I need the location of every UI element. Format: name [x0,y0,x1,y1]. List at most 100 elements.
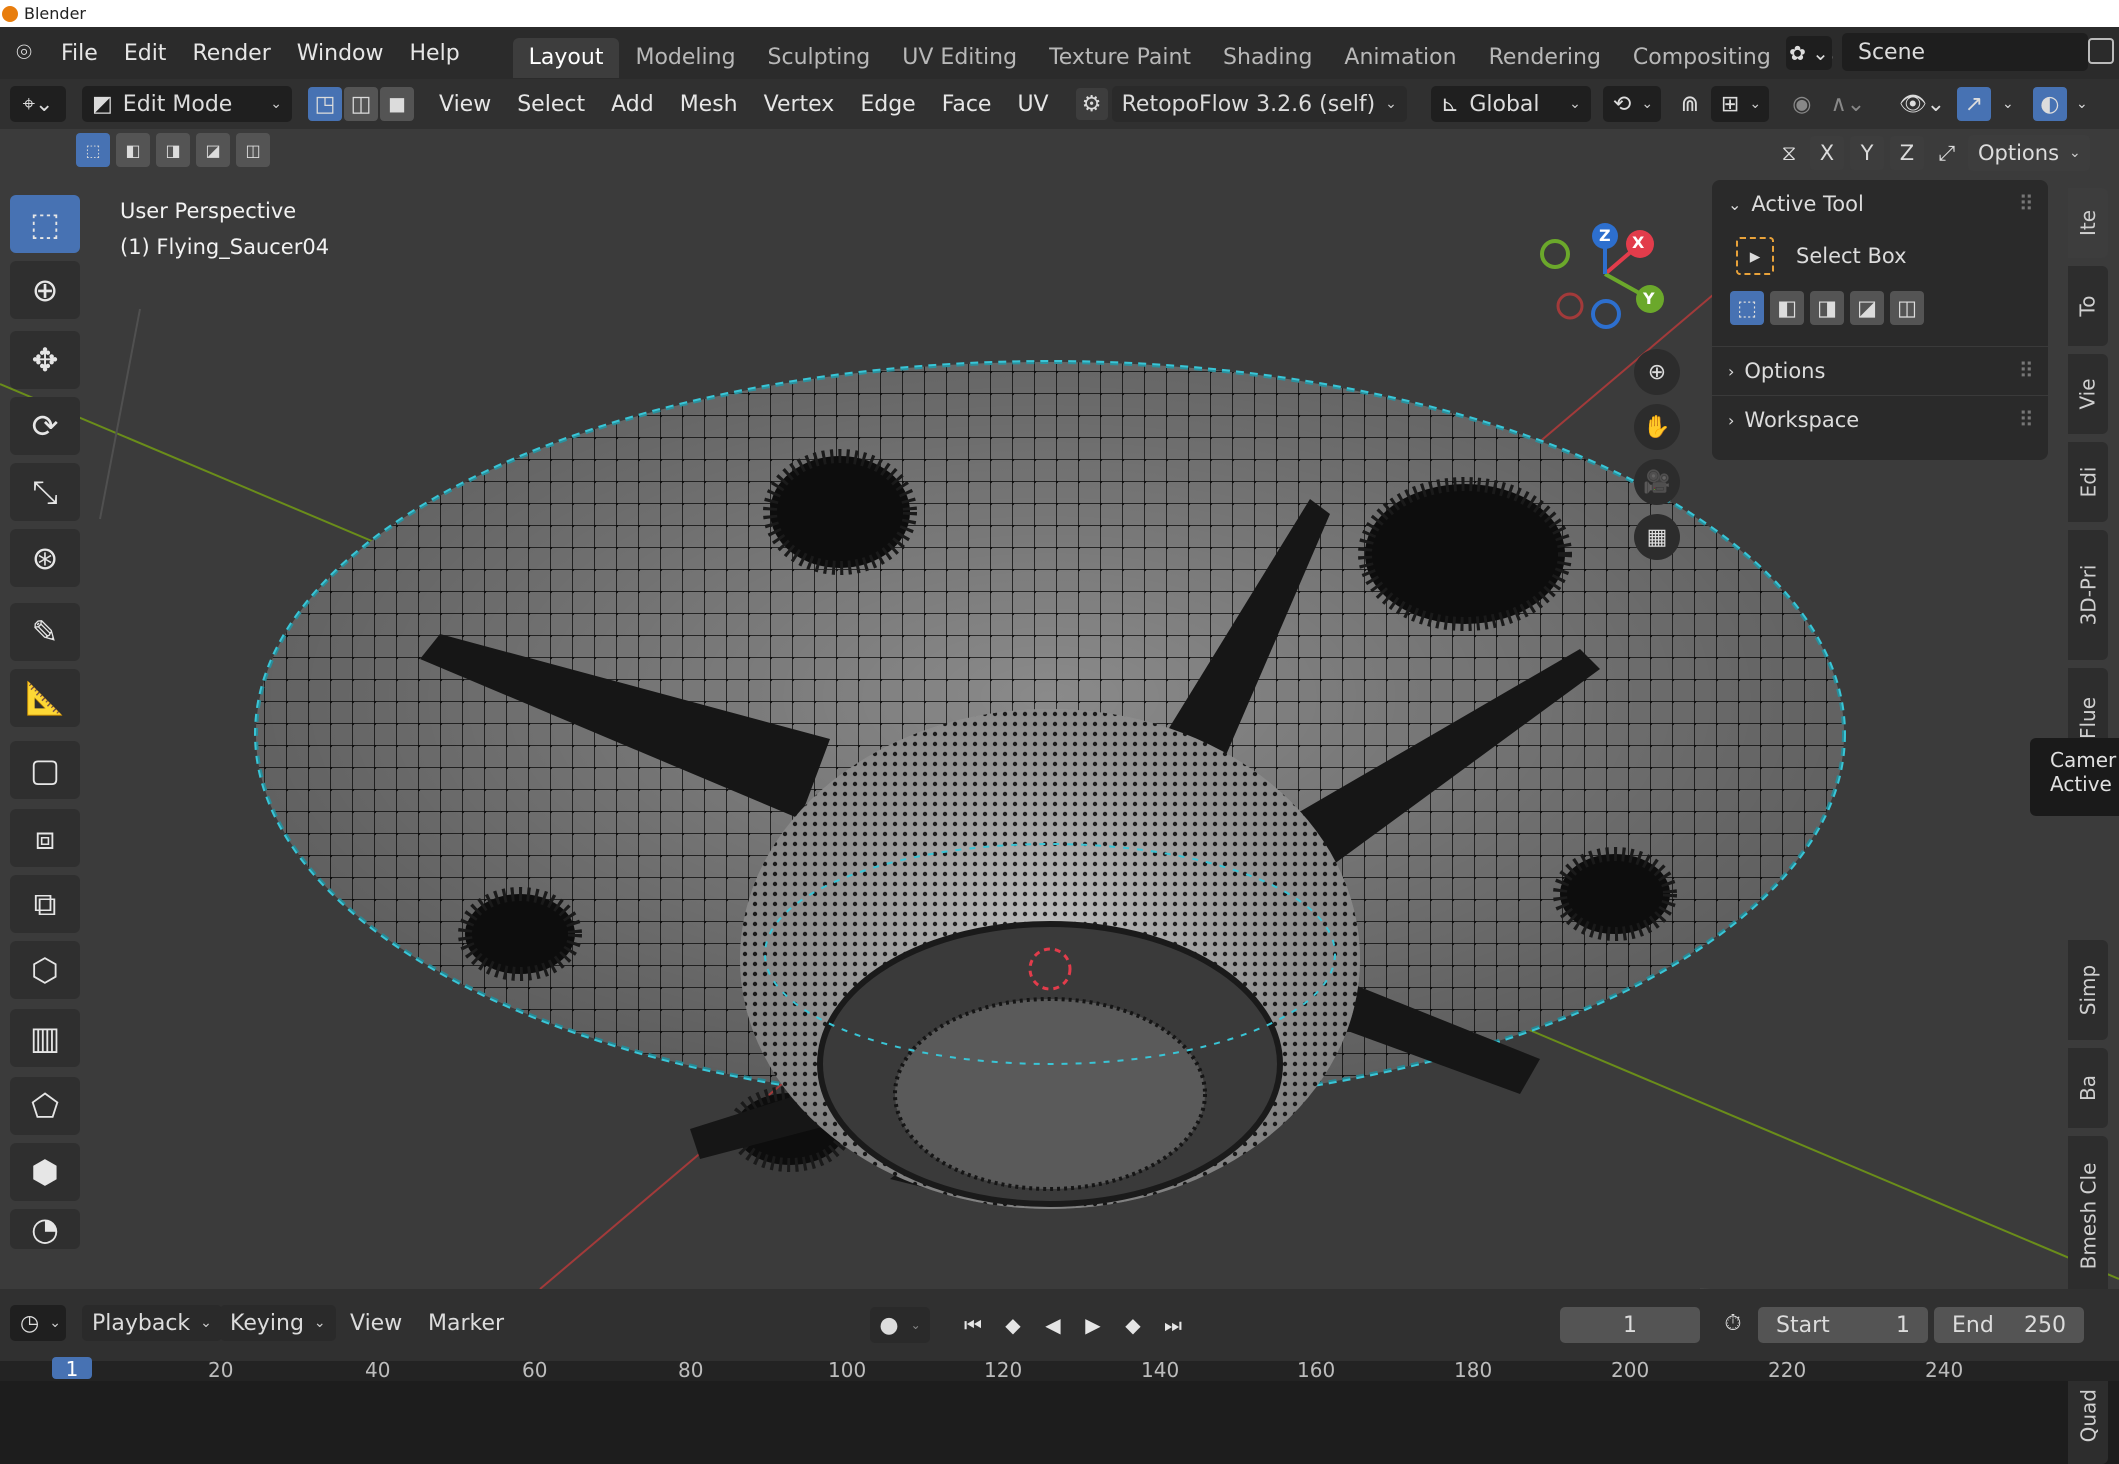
retopoflow-dropdown[interactable]: RetopoFlow 3.2.6 (self) ⌄ [1111,86,1407,122]
proportional-edit-icon[interactable]: ◉ [1785,92,1819,117]
pivot-dropdown[interactable]: ⟲ ⌄ [1602,86,1661,122]
extrude-tool-icon[interactable]: ⧈ [10,809,80,867]
tab-compositing[interactable]: Compositing [1617,38,1787,78]
auto-merge-icon[interactable]: ⤢ [1930,141,1964,166]
tab-bmesh-clean[interactable]: Bmesh Cle [2068,1136,2108,1296]
loop-cut-tool-icon[interactable]: ▥ [10,1009,80,1067]
tab-shading[interactable]: Shading [1207,38,1328,78]
tab-ba[interactable]: Ba [2068,1048,2108,1128]
tab-tool[interactable]: To [2068,266,2108,346]
tab-item[interactable]: Ite [2068,188,2108,258]
annotate-tool-icon[interactable]: ✎ [10,603,80,661]
gizmo-neg-x-icon[interactable] [1556,292,1584,320]
end-frame-field[interactable]: End 250 [1934,1307,2084,1343]
keying-dropdown[interactable]: Keying ⌄ [220,1305,336,1341]
jump-end-icon[interactable]: ⏭ [1155,1307,1191,1343]
menu-render[interactable]: Render [179,41,283,66]
editor-type-icon[interactable]: ⌖⌄ [10,86,66,122]
current-frame-marker[interactable]: 1 [52,1357,92,1381]
menu-uv[interactable]: UV [1004,92,1061,117]
record-button[interactable]: ● ⌄ [870,1307,930,1343]
inset-tool-icon[interactable]: ⧉ [10,875,80,933]
falloff-icon[interactable]: ∧⌄ [1823,92,1873,117]
menu-window[interactable]: Window [284,41,397,66]
perspective-toggle-icon[interactable]: ▦ [1634,514,1680,560]
edge-select-button[interactable]: ◫ [344,87,378,121]
jump-start-icon[interactable]: ⏮ [955,1307,991,1343]
start-frame-field[interactable]: Start 1 [1758,1307,1928,1343]
workspace-section[interactable]: › Workspace ⠿ [1712,395,2048,444]
spin-tool-icon[interactable]: ◔ [10,1209,80,1249]
orientation-dropdown[interactable]: ⊾ Global ⌄ [1430,86,1591,122]
move-tool-icon[interactable]: ✥ [10,331,80,389]
menu-help[interactable]: Help [397,41,473,66]
use-preview-range-icon[interactable]: ⏱ [1715,1311,1751,1336]
tab-layout[interactable]: Layout [512,38,620,78]
tab-edit[interactable]: Edi [2068,442,2108,522]
retopoflow-icon[interactable]: ⚙ [1075,88,1108,120]
play-reverse-icon[interactable]: ◀ [1035,1307,1071,1343]
new-scene-icon[interactable] [2088,38,2114,64]
frame-ruler[interactable]: 1 20 40 60 80 100 120 140 160 180 200 22… [0,1357,2119,1382]
playback-dropdown[interactable]: Playback ⌄ [82,1305,222,1341]
tab-animation[interactable]: Animation [1328,38,1472,78]
current-frame-field[interactable]: 1 [1560,1307,1700,1343]
tab-modeling[interactable]: Modeling [619,38,751,78]
snap-target-dropdown[interactable]: ⊞ ⌄ [1710,86,1769,122]
mirror-icon[interactable]: ⧖ [1772,141,1806,166]
next-keyframe-icon[interactable]: ◆ [1115,1307,1151,1343]
rotate-tool-icon[interactable]: ⟳ [10,397,80,455]
menu-add[interactable]: Add [598,92,667,117]
add-cube-tool-icon[interactable]: ▢ [10,741,80,799]
tab-sculpting[interactable]: Sculpting [752,38,887,78]
transform-tool-icon[interactable]: ⊛ [10,529,80,587]
tab-uv-editing[interactable]: UV Editing [886,38,1033,78]
timeline-marker-menu[interactable]: Marker [428,1311,504,1336]
gizmo-neg-y-icon[interactable] [1540,239,1570,269]
menu-view[interactable]: View [426,92,504,117]
drag-handle-icon[interactable]: ⠿ [2019,192,2034,216]
play-icon[interactable]: ▶ [1075,1307,1111,1343]
overlay-dropdown-icon[interactable]: ⌄ [2069,96,2095,112]
camera-view-icon[interactable]: 🎥 [1634,459,1680,505]
cursor-tool-icon[interactable]: ⊕ [10,261,80,319]
gizmo-toggle-button[interactable]: ↗ [1956,87,1991,121]
menu-select[interactable]: Select [504,92,598,117]
menu-edit[interactable]: Edit [111,41,180,66]
scene-selector-icon[interactable]: ✿ ⌄ [1786,36,1832,70]
timeline-view-menu[interactable]: View [350,1311,402,1336]
measure-tool-icon[interactable]: 📐 [10,669,80,727]
tool-row[interactable]: ▸ Select Box [1712,228,2048,284]
mode-new-icon[interactable]: ⬚ [1730,291,1764,325]
options-dropdown[interactable]: Options ⌄ [1968,135,2090,171]
select-extend-icon[interactable]: ◧ [116,133,150,167]
select-intersect-icon[interactable]: ◫ [236,133,270,167]
vertex-select-button[interactable]: ◳ [308,87,342,121]
gizmo-dropdown-icon[interactable]: ⌄ [1993,96,2023,112]
menu-file[interactable]: File [48,41,111,66]
tab-view[interactable]: Vie [2068,354,2108,434]
poly-build-tool-icon[interactable]: ⬢ [10,1143,80,1201]
select-invert-icon[interactable]: ◪ [196,133,230,167]
timeline-editor-type-icon[interactable]: ◷ ⌄ [10,1305,66,1341]
menu-vertex[interactable]: Vertex [751,92,848,117]
mirror-z-button[interactable]: Z [1890,136,1924,170]
drag-handle-icon[interactable]: ⠿ [2019,359,2034,383]
mode-subtract-icon[interactable]: ◨ [1810,291,1844,325]
drag-handle-icon[interactable]: ⠿ [2019,408,2034,432]
tab-texture-paint[interactable]: Texture Paint [1033,38,1207,78]
scale-tool-icon[interactable]: ⤡ [10,463,80,521]
tab-3d-print[interactable]: 3D-Pri [2068,530,2108,660]
pan-hand-icon[interactable]: ✋ [1634,404,1680,450]
mode-dropdown[interactable]: ◩ Edit Mode ⌄ [82,86,292,122]
mode-invert-icon[interactable]: ◪ [1850,291,1884,325]
menu-edge[interactable]: Edge [847,92,928,117]
menu-mesh[interactable]: Mesh [667,92,751,117]
active-tool-header[interactable]: ⌄ Active Tool ⠿ [1712,180,2048,228]
menu-face[interactable]: Face [929,92,1005,117]
select-new-icon[interactable]: ⬚ [76,133,110,167]
overlay-toggle-button[interactable]: ◐ [2032,87,2067,121]
tab-rendering[interactable]: Rendering [1473,38,1617,78]
bevel-tool-icon[interactable]: ⬡ [10,941,80,999]
snap-icon[interactable]: ⋒ [1673,92,1707,117]
